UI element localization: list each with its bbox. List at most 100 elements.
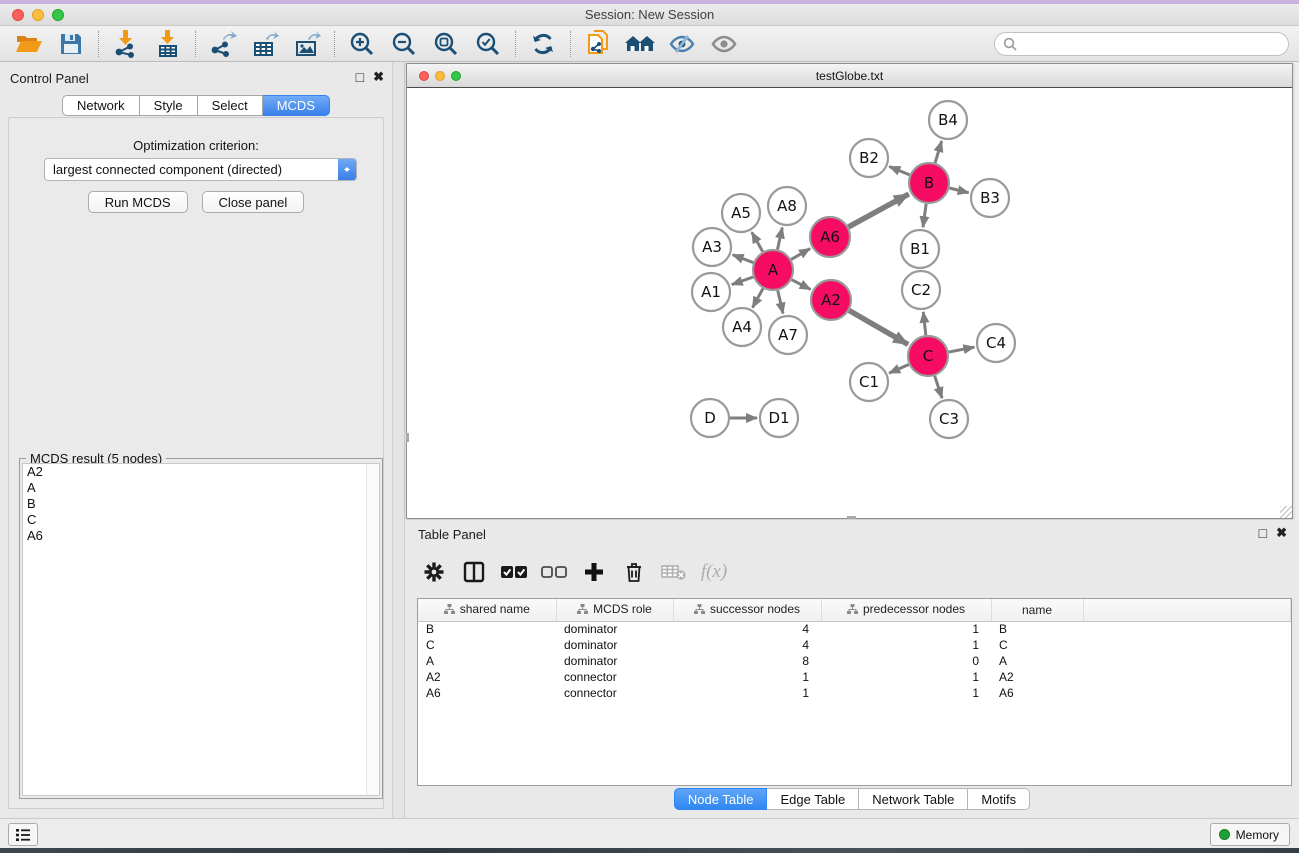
- graph-node-A5[interactable]: A5: [722, 194, 760, 232]
- table-cell[interactable]: A2: [991, 669, 1083, 685]
- table-cell[interactable]: 1: [673, 685, 821, 701]
- zoom-in-icon[interactable]: [341, 28, 383, 60]
- graph-edge-A-A1[interactable]: [732, 277, 753, 285]
- graph-edge-B-B1[interactable]: [923, 204, 926, 227]
- tab-edge-table[interactable]: Edge Table: [767, 788, 859, 810]
- graph-edge-C-C1[interactable]: [889, 364, 909, 373]
- close-panel-button[interactable]: Close panel: [202, 191, 305, 213]
- resize-grip-left[interactable]: [406, 433, 409, 442]
- graph-edge-A2-C[interactable]: [849, 310, 908, 344]
- zoom-selected-icon[interactable]: [467, 28, 509, 60]
- columns-icon[interactable]: [457, 556, 491, 588]
- hide-details-icon[interactable]: [661, 28, 703, 60]
- node-table[interactable]: shared nameMCDS rolesuccessor nodesprede…: [417, 598, 1292, 786]
- graph-edge-A-A4[interactable]: [753, 288, 763, 307]
- resize-grip-bottom[interactable]: [847, 516, 856, 519]
- graph-edge-A-A8[interactable]: [777, 227, 782, 249]
- table-cell[interactable]: 0: [821, 653, 991, 669]
- graph-edge-C-C3[interactable]: [935, 376, 942, 398]
- zoom-fit-icon[interactable]: [425, 28, 467, 60]
- graph-node-C4[interactable]: C4: [977, 324, 1015, 362]
- add-icon[interactable]: [577, 556, 611, 588]
- graph-node-A7[interactable]: A7: [769, 316, 807, 354]
- run-mcds-button[interactable]: Run MCDS: [88, 191, 188, 213]
- graph-node-A8[interactable]: A8: [768, 187, 806, 225]
- table-row[interactable]: Cdominator41C: [418, 637, 1291, 653]
- table-cell[interactable]: 4: [673, 637, 821, 653]
- graph-edge-A6-B[interactable]: [848, 194, 908, 227]
- function-builder-icon[interactable]: f(x): [697, 556, 731, 588]
- table-cell[interactable]: 1: [821, 669, 991, 685]
- table-cell[interactable]: B: [991, 621, 1083, 637]
- tab-network[interactable]: Network: [62, 95, 140, 116]
- graph-edge-A-A7[interactable]: [778, 290, 783, 313]
- graph-edge-B-B4[interactable]: [935, 141, 942, 163]
- graph-node-A6[interactable]: A6: [810, 217, 850, 257]
- table-cell[interactable]: dominator: [556, 621, 673, 637]
- select-all-icon[interactable]: [497, 556, 531, 588]
- column-header-name[interactable]: name: [991, 599, 1083, 621]
- graph-node-A4[interactable]: A4: [723, 308, 761, 346]
- panel-divider[interactable]: [392, 62, 405, 818]
- column-header-predecessor-nodes[interactable]: predecessor nodes: [821, 599, 991, 621]
- settings-icon[interactable]: [417, 556, 451, 588]
- memory-button[interactable]: Memory: [1210, 823, 1290, 846]
- table-cell[interactable]: dominator: [556, 637, 673, 653]
- graph-node-C1[interactable]: C1: [850, 363, 888, 401]
- float-table-panel-icon[interactable]: □: [1259, 526, 1267, 540]
- graph-edge-C-C2[interactable]: [923, 312, 925, 335]
- graph-edge-C-C4[interactable]: [949, 347, 975, 352]
- table-cell[interactable]: 1: [673, 669, 821, 685]
- graph-node-A[interactable]: A: [753, 250, 793, 290]
- show-details-icon[interactable]: [703, 28, 745, 60]
- graph-node-B1[interactable]: B1: [901, 230, 939, 268]
- mcds-result-list[interactable]: A2ABCA6: [22, 463, 380, 796]
- import-table-icon[interactable]: [147, 28, 189, 60]
- table-cell[interactable]: dominator: [556, 653, 673, 669]
- export-network-icon[interactable]: [202, 28, 244, 60]
- graph-node-C3[interactable]: C3: [930, 400, 968, 438]
- graph-edge-B-B3[interactable]: [949, 188, 968, 193]
- import-network-icon[interactable]: [105, 28, 147, 60]
- result-item[interactable]: C: [23, 512, 379, 528]
- table-row[interactable]: A2connector11A2: [418, 669, 1291, 685]
- graph-edge-A-A5[interactable]: [752, 232, 763, 252]
- graph-edge-A-A3[interactable]: [733, 255, 754, 263]
- table-cell[interactable]: 1: [821, 621, 991, 637]
- column-header-MCDS-role[interactable]: MCDS role: [556, 599, 673, 621]
- graph-edge-A-A2[interactable]: [792, 280, 811, 290]
- graph-node-B3[interactable]: B3: [971, 179, 1009, 217]
- open-file-icon[interactable]: [8, 28, 50, 60]
- table-cell[interactable]: 4: [673, 621, 821, 637]
- result-scrollbar[interactable]: [366, 464, 379, 795]
- graph-node-C2[interactable]: C2: [902, 271, 940, 309]
- column-header-shared-name[interactable]: shared name: [418, 599, 556, 621]
- graph-edge-A-A6[interactable]: [791, 249, 810, 260]
- tab-network-table[interactable]: Network Table: [859, 788, 968, 810]
- resize-grip-corner[interactable]: [1280, 506, 1292, 518]
- table-row[interactable]: Adominator80A: [418, 653, 1291, 669]
- result-item[interactable]: B: [23, 496, 379, 512]
- tab-node-table[interactable]: Node Table: [674, 788, 768, 810]
- tab-select[interactable]: Select: [198, 95, 263, 116]
- graph-node-A3[interactable]: A3: [693, 228, 731, 266]
- search-field[interactable]: [994, 32, 1289, 56]
- graph-node-A1[interactable]: A1: [692, 273, 730, 311]
- table-cell[interactable]: A: [418, 653, 556, 669]
- table-row[interactable]: Bdominator41B: [418, 621, 1291, 637]
- zoom-out-icon[interactable]: [383, 28, 425, 60]
- table-cell[interactable]: 1: [821, 637, 991, 653]
- new-network-icon[interactable]: [577, 28, 619, 60]
- result-item[interactable]: A: [23, 480, 379, 496]
- graph-node-B4[interactable]: B4: [929, 101, 967, 139]
- close-table-panel-icon[interactable]: ✖: [1276, 526, 1287, 540]
- delete-table-icon[interactable]: [657, 556, 691, 588]
- table-cell[interactable]: C: [418, 637, 556, 653]
- table-cell[interactable]: A6: [418, 685, 556, 701]
- save-session-icon[interactable]: [50, 28, 92, 60]
- column-header-successor-nodes[interactable]: successor nodes: [673, 599, 821, 621]
- graph-node-B[interactable]: B: [909, 163, 949, 203]
- tab-motifs[interactable]: Motifs: [968, 788, 1030, 810]
- tab-mcds[interactable]: MCDS: [263, 95, 330, 116]
- table-cell[interactable]: A6: [991, 685, 1083, 701]
